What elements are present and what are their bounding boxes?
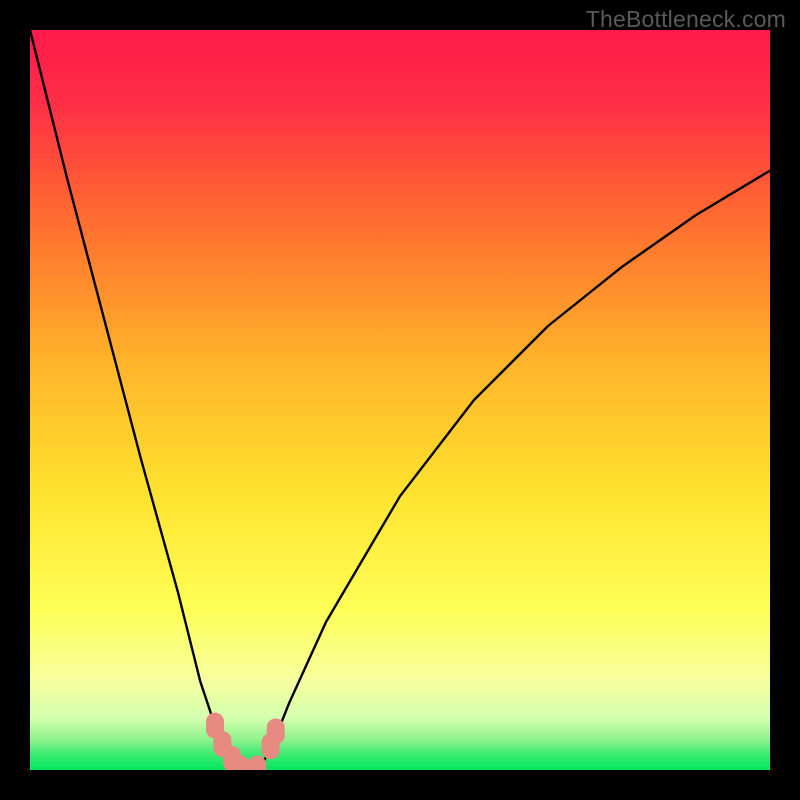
chart-background-gradient <box>30 30 770 770</box>
chart-frame <box>30 30 770 770</box>
watermark-text: TheBottleneck.com <box>586 6 786 33</box>
